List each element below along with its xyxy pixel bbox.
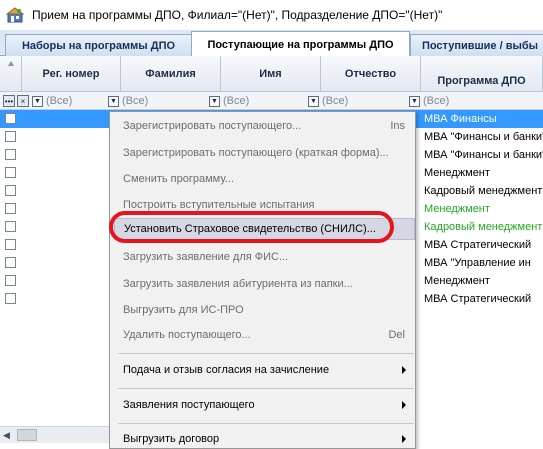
program-cell: Менеджмент — [424, 203, 490, 215]
row-checkbox[interactable] — [5, 185, 16, 196]
menu-separator — [118, 353, 414, 354]
menu-item-load-fis-application[interactable]: Загрузить заявление для ФИС... — [114, 246, 415, 268]
filter-name[interactable]: ▼ (Все) — [209, 93, 321, 109]
scroll-left-icon[interactable]: ◀ — [3, 430, 10, 441]
horizontal-scrollbar[interactable]: ◀ — [0, 426, 110, 443]
tab-strip: Наборы на программы ДПО Поступающие на п… — [0, 30, 543, 57]
row-checkbox[interactable] — [5, 293, 16, 304]
window-title: Прием на программы ДПО, Филиал="(Нет)", … — [32, 8, 443, 22]
title-bar: Прием на программы ДПО, Филиал="(Нет)", … — [0, 0, 543, 30]
menu-item-consent[interactable]: Подача и отзыв согласия на зачисление — [114, 359, 415, 381]
row-checkbox[interactable] — [5, 149, 16, 160]
menu-item-load-applications-folder[interactable]: Загрузить заявления абитуриента из папки… — [114, 273, 415, 295]
chevron-down-icon[interactable]: ▼ — [409, 95, 420, 107]
menu-item-register-applicant[interactable]: Зарегистрировать поступающего... Ins — [114, 115, 415, 137]
menu-item-export-contract[interactable]: Выгрузить договор — [114, 428, 415, 449]
column-header-program[interactable]: Программа ДПО — [421, 56, 543, 92]
submenu-arrow-icon — [402, 435, 406, 443]
row-checkbox[interactable] — [5, 275, 16, 286]
filter-clear-icon[interactable]: × — [17, 95, 29, 107]
filter-buttons: ••• × — [3, 93, 31, 109]
menu-item-delete-applicant[interactable]: Удалить поступающего... Del — [114, 324, 415, 346]
submenu-arrow-icon — [402, 366, 406, 374]
program-cell: МВА "Управление ин — [424, 257, 531, 269]
scrollbar-thumb[interactable] — [17, 429, 37, 441]
shortcut-label: Ins — [390, 120, 405, 132]
program-cell: МВА Стратегический — [424, 239, 532, 251]
row-checkbox[interactable] — [5, 221, 16, 232]
row-checkbox[interactable] — [5, 131, 16, 142]
menu-item-build-entrance-tests[interactable]: Построить вступительные испытания — [114, 194, 415, 216]
tab-postupayuschie[interactable]: Поступающие на программы ДПО — [191, 31, 410, 57]
filter-program[interactable]: ▼ (Все) — [409, 93, 543, 109]
chevron-down-icon[interactable]: ▼ — [308, 95, 319, 107]
program-cell: Менеджмент — [424, 275, 490, 287]
program-cell: МВА "Финансы и банки" — [424, 149, 543, 161]
context-menu: Зарегистрировать поступающего... Ins Зар… — [109, 111, 416, 449]
header-corner[interactable] — [0, 56, 22, 92]
menu-item-register-applicant-short[interactable]: Зарегистрировать поступающего (краткая ф… — [114, 142, 415, 164]
chevron-down-icon[interactable]: ▼ — [209, 95, 220, 107]
column-header-patronymic[interactable]: Отчество — [321, 56, 421, 92]
menu-item-set-snils[interactable]: Установить Страховое свидетельство (СНИЛ… — [114, 218, 415, 240]
column-header-reg-number[interactable]: Рег. номер — [22, 56, 121, 92]
filter-patronymic[interactable]: ▼ (Все) — [308, 93, 421, 109]
program-cell: МВА Стратегический — [424, 293, 532, 305]
row-checkbox[interactable] — [5, 203, 16, 214]
menu-item-change-program[interactable]: Сменить программу... — [114, 168, 415, 190]
menu-separator — [118, 388, 414, 389]
row-checkbox[interactable] — [5, 257, 16, 268]
column-header-surname[interactable]: Фамилия — [121, 56, 221, 92]
menu-separator — [118, 423, 414, 424]
app-icon — [5, 6, 25, 24]
menu-item-applicant-statements[interactable]: Заявления поступающего — [114, 394, 415, 416]
chevron-down-icon[interactable]: ▼ — [108, 95, 119, 107]
menu-item-export-is-pro[interactable]: Выгрузить для ИС-ПРО — [114, 299, 415, 321]
program-cell: Кадровый менеджмент — [424, 221, 543, 233]
program-cell: Менеджмент — [424, 167, 490, 179]
program-cell: МВА "Финансы и банки" — [424, 131, 543, 143]
filter-surname[interactable]: ▼ (Все) — [108, 93, 221, 109]
row-checkbox[interactable] — [5, 113, 16, 124]
filter-menu-icon[interactable]: ••• — [3, 95, 15, 107]
shortcut-label: Del — [388, 329, 405, 341]
tab-postupivshie[interactable]: Поступившие / выбы — [410, 34, 543, 56]
filter-row: ••• × ▼ (Все) ▼ (Все) ▼ (Все) ▼ (Все) ▼ (Все) — [0, 92, 543, 110]
submenu-arrow-icon — [402, 401, 406, 409]
sort-icon — [8, 61, 14, 66]
program-cell: Кадровый менеджмент — [424, 185, 543, 197]
chevron-down-icon[interactable]: ▼ — [32, 95, 43, 107]
row-checkbox[interactable] — [5, 167, 16, 178]
tab-nabory[interactable]: Наборы на программы ДПО — [5, 34, 192, 56]
column-header-name[interactable]: Имя — [221, 56, 321, 92]
program-cell: МВА Финансы — [424, 113, 497, 125]
row-checkbox[interactable] — [5, 239, 16, 250]
